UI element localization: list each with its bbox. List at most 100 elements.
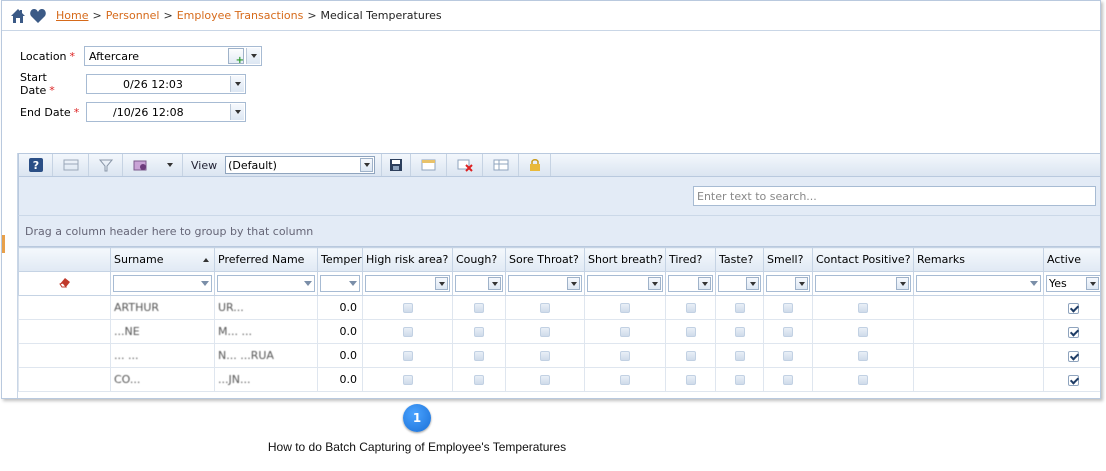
checkbox-high-risk[interactable]: [402, 303, 413, 313]
checkbox-tired[interactable]: [685, 351, 696, 361]
cell-cough[interactable]: [452, 343, 506, 368]
cell-smell[interactable]: [763, 295, 813, 320]
checkbox-cough[interactable]: [474, 303, 484, 313]
column-header-sore-throat[interactable]: Sore Throat?: [505, 247, 585, 272]
checkbox-active-checked[interactable]: [1068, 326, 1079, 338]
end-date-dropdown-button[interactable]: [230, 104, 244, 120]
cell-temperature[interactable]: 0.0: [317, 295, 363, 320]
column-header-taste[interactable]: Taste?: [715, 247, 764, 272]
start-date-dropdown-button[interactable]: [230, 76, 244, 92]
breadcrumb-employee-transactions-link[interactable]: Employee Transactions: [177, 9, 304, 22]
column-header-remarks[interactable]: Remarks: [913, 247, 1044, 272]
checkbox-sore-throat[interactable]: [540, 303, 550, 313]
help-icon[interactable]: ?: [19, 154, 53, 176]
checkbox-contact-positive[interactable]: [858, 303, 868, 313]
cell-tired[interactable]: [665, 319, 716, 344]
group-panel[interactable]: Drag a column header here to group by th…: [18, 215, 1100, 247]
checkbox-active-checked[interactable]: [1068, 374, 1079, 386]
favorite-heart-icon[interactable]: [28, 6, 48, 26]
checkbox-high-risk[interactable]: [402, 351, 413, 361]
cell-tired[interactable]: [665, 367, 716, 392]
cell-tired[interactable]: [665, 343, 716, 368]
clear-filter-cell[interactable]: [18, 271, 111, 296]
location-combo[interactable]: Aftercare: [84, 46, 262, 66]
lock-icon[interactable]: [519, 154, 552, 176]
column-header-contact-positive[interactable]: Contact Positive?: [812, 247, 914, 272]
start-date-field[interactable]: 0/26 12:03: [86, 74, 246, 94]
filter-icon[interactable]: [89, 154, 123, 176]
checkbox-short-breath[interactable]: [620, 351, 630, 361]
checkbox-cough[interactable]: [474, 327, 484, 337]
cell-temperature[interactable]: 0.0: [317, 343, 363, 368]
checkbox-tired[interactable]: [685, 375, 696, 385]
checkbox-taste[interactable]: [734, 327, 745, 337]
cell-active[interactable]: [1043, 319, 1100, 344]
end-date-field[interactable]: /10/26 12:08: [86, 102, 246, 122]
cell-surname[interactable]: ARTHUR: [110, 295, 215, 320]
cell-active[interactable]: [1043, 343, 1100, 368]
filter-active[interactable]: Yes: [1043, 271, 1100, 296]
cell-surname[interactable]: ...NE: [110, 319, 215, 344]
cell-sore-throat[interactable]: [505, 295, 585, 320]
column-header-surname[interactable]: Surname: [110, 247, 215, 272]
table-row[interactable]: CO... ...JN... 0.0: [18, 367, 1100, 392]
column-header-smell[interactable]: Smell?: [763, 247, 813, 272]
cell-preferred-name[interactable]: ...JN...: [214, 367, 318, 392]
cell-sore-throat[interactable]: [505, 319, 585, 344]
cell-smell[interactable]: [763, 319, 813, 344]
cell-smell[interactable]: [763, 343, 813, 368]
checkbox-active-checked[interactable]: [1068, 350, 1079, 362]
cell-surname[interactable]: CO...: [110, 367, 215, 392]
column-header-high-risk[interactable]: High risk area?: [362, 247, 453, 272]
cell-taste[interactable]: [715, 343, 764, 368]
cell-cough[interactable]: [452, 367, 506, 392]
checkbox-contact-positive[interactable]: [858, 375, 868, 385]
row-indicator[interactable]: [18, 367, 111, 392]
cell-cough[interactable]: [452, 295, 506, 320]
checkbox-sore-throat[interactable]: [540, 327, 550, 337]
cell-preferred-name[interactable]: M... ...: [214, 319, 318, 344]
checkbox-tired[interactable]: [685, 303, 696, 313]
home-icon[interactable]: [8, 6, 28, 26]
filter-smell[interactable]: [763, 271, 813, 296]
cell-surname[interactable]: ... ...: [110, 343, 215, 368]
add-location-icon[interactable]: [228, 48, 244, 66]
checkbox-short-breath[interactable]: [620, 327, 630, 337]
cell-contact-positive[interactable]: [812, 295, 914, 320]
checkbox-cough[interactable]: [474, 351, 484, 361]
checkbox-short-breath[interactable]: [620, 303, 630, 313]
checkbox-smell[interactable]: [783, 375, 793, 385]
view-select[interactable]: (Default): [225, 156, 376, 174]
cell-tired[interactable]: [665, 295, 716, 320]
filter-surname[interactable]: [110, 271, 215, 296]
checkbox-cough[interactable]: [474, 375, 484, 385]
row-indicator[interactable]: [18, 295, 111, 320]
cell-sore-throat[interactable]: [505, 343, 585, 368]
column-header-temperature[interactable]: Temperature: [317, 247, 363, 272]
filter-contact-positive[interactable]: [812, 271, 914, 296]
cell-remarks[interactable]: [913, 295, 1044, 320]
table-row[interactable]: ARTHUR UR... 0.0: [18, 295, 1100, 320]
checkbox-sore-throat[interactable]: [540, 375, 550, 385]
row-indicator[interactable]: [18, 319, 111, 344]
checkbox-smell[interactable]: [783, 303, 793, 313]
export-menu-button[interactable]: [123, 154, 183, 176]
cell-remarks[interactable]: [913, 367, 1044, 392]
filter-high-risk[interactable]: [362, 271, 453, 296]
layout-icon[interactable]: [53, 154, 89, 176]
view-dropdown-button[interactable]: [360, 158, 374, 172]
table-row[interactable]: ...NE M... ... 0.0: [18, 319, 1100, 344]
delete-view-icon[interactable]: [447, 154, 484, 176]
checkbox-active-checked[interactable]: [1068, 302, 1079, 314]
column-header-tired[interactable]: Tired?: [665, 247, 716, 272]
cell-active[interactable]: [1043, 295, 1100, 320]
cell-short-breath[interactable]: [584, 295, 666, 320]
cell-preferred-name[interactable]: UR...: [214, 295, 318, 320]
filter-preferred-name[interactable]: [214, 271, 318, 296]
cell-high-risk[interactable]: [362, 295, 453, 320]
new-view-icon[interactable]: [411, 154, 448, 176]
column-header-cough[interactable]: Cough?: [452, 247, 506, 272]
filter-short-breath[interactable]: [584, 271, 666, 296]
cell-preferred-name[interactable]: N... ...RUA: [214, 343, 318, 368]
column-header-active[interactable]: Active: [1043, 247, 1100, 272]
